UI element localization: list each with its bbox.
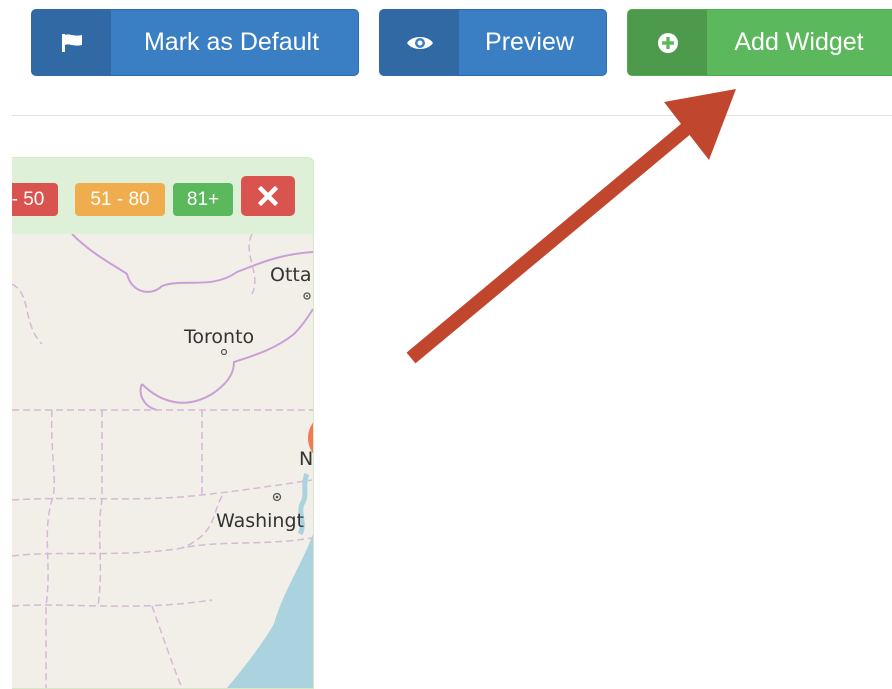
annotation-arrow xyxy=(406,89,736,364)
